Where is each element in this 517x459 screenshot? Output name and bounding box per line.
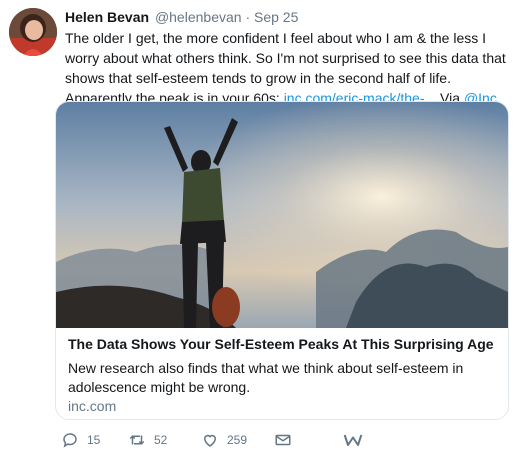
- tweet-actions: 15 52 259: [55, 431, 507, 455]
- card-title[interactable]: The Data Shows Your Self-Esteem Peaks At…: [68, 336, 494, 352]
- link-card[interactable]: The Data Shows Your Self-Esteem Peaks At…: [55, 101, 509, 420]
- author-name[interactable]: Helen Bevan: [65, 9, 149, 25]
- tweet-text: The older I get, the more confident I fe…: [65, 28, 507, 108]
- w-extension-button[interactable]: [343, 431, 363, 449]
- card-domain: inc.com: [68, 398, 117, 414]
- w-extension-icon: [343, 434, 363, 446]
- card-description: New research also finds that what we thi…: [68, 360, 464, 395]
- reply-button[interactable]: 15: [61, 431, 100, 449]
- like-button[interactable]: 259: [201, 431, 247, 449]
- reply-icon: [63, 433, 77, 448]
- retweet-button[interactable]: 52: [128, 431, 167, 449]
- reply-count: 15: [87, 433, 101, 447]
- like-count: 259: [227, 433, 248, 447]
- retweet-icon: [129, 435, 145, 445]
- retweet-count: 52: [154, 433, 168, 447]
- avatar[interactable]: [9, 8, 57, 56]
- card-image: [56, 102, 508, 328]
- envelope-icon: [275, 434, 291, 446]
- direct-message-button[interactable]: [274, 431, 292, 449]
- author-handle-date[interactable]: @helenbevan · Sep 25: [155, 9, 298, 25]
- tweet-header: Helen Bevan @helenbevan · Sep 25: [65, 8, 298, 26]
- heart-icon: [203, 434, 217, 447]
